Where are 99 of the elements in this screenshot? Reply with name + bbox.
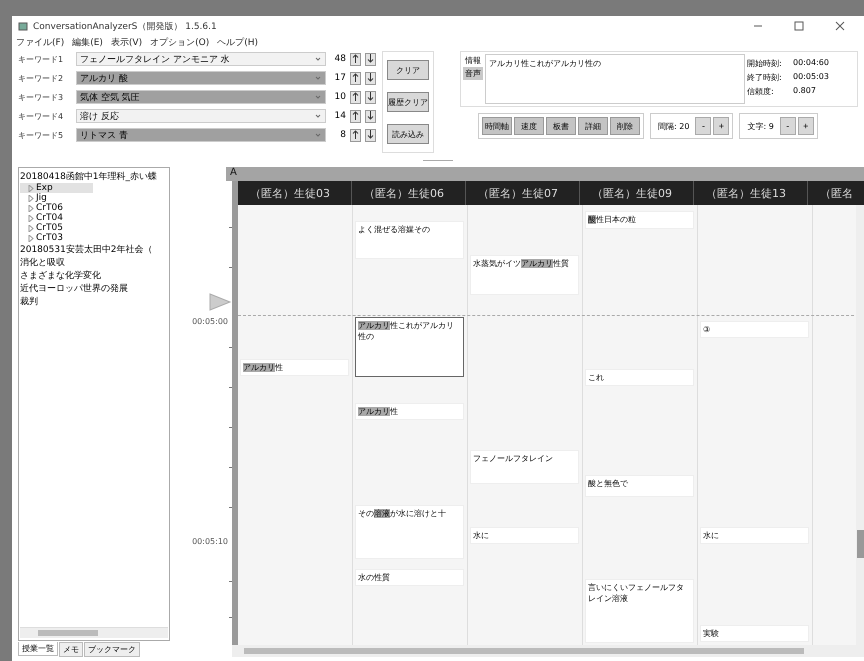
menu-item[interactable]: 表示(V) <box>110 36 142 49</box>
stat-value: 0.807 <box>793 86 816 97</box>
menu-item[interactable]: オプション(O) <box>150 36 210 49</box>
keyword-dropdown[interactable]: アルカリ 酸 <box>76 71 326 85</box>
info-tab[interactable]: 情報 <box>463 54 483 67</box>
menu-item[interactable]: ファイル(F) <box>16 36 64 49</box>
view-button[interactable]: 詳細 <box>578 117 608 135</box>
move-up-button[interactable] <box>350 72 361 84</box>
tree-item[interactable]: 20180531安芸太田中2年社会（ <box>20 243 153 256</box>
tree-item[interactable]: CrT03 <box>20 233 63 243</box>
tree-item[interactable]: 20180418函館中1年理科_赤い蝶 <box>20 170 158 183</box>
action-button[interactable]: クリア <box>387 60 429 80</box>
move-down-button[interactable] <box>365 110 376 122</box>
maximize-icon[interactable] <box>794 21 804 31</box>
utterance-card[interactable]: 水蒸気がイツアルカリ性質 <box>470 255 579 295</box>
group-label: A <box>226 167 864 181</box>
caret-icon <box>313 55 323 63</box>
caret-icon <box>313 93 323 101</box>
action-button[interactable]: 履歴クリア <box>387 92 429 112</box>
view-button[interactable]: 速度 <box>514 117 544 135</box>
move-up-button[interactable] <box>350 90 361 104</box>
caret-icon <box>313 74 323 82</box>
move-up-button[interactable] <box>350 128 361 142</box>
utterance-card[interactable]: 水に <box>470 527 579 544</box>
scrollbar[interactable] <box>20 627 168 638</box>
close-icon[interactable] <box>835 21 845 31</box>
stat-label: 終了時刻: <box>747 72 783 83</box>
tree-item[interactable]: さまざまな化学変化 <box>20 269 101 282</box>
view-button[interactable]: 時間軸 <box>482 117 512 135</box>
stat-label: 開始時刻: <box>747 58 783 69</box>
utterance-card[interactable]: 水に <box>700 527 809 544</box>
caret-icon <box>313 131 323 139</box>
keyword-dropdown[interactable]: 溶け 反応 <box>76 109 326 123</box>
utterance-card[interactable]: フェノールフタレイン <box>470 450 579 484</box>
panel-tab[interactable]: ブックマーク <box>84 642 140 656</box>
utterance-card[interactable]: 言いにくいフェノールフタレイン溶液 <box>585 579 694 643</box>
keyword-count: 10 <box>334 92 346 102</box>
utterance-card[interactable]: アルカリ性 <box>240 359 349 376</box>
stat-value: 00:05:03 <box>793 72 829 83</box>
tree-item[interactable]: 裁判 <box>20 295 38 308</box>
move-up-button[interactable] <box>350 52 361 66</box>
keyword-label: キーワード2 <box>18 72 64 84</box>
app-icon <box>18 21 28 31</box>
tree-item[interactable]: 近代ヨーロッパ世界の発展 <box>20 282 128 295</box>
utterance-card[interactable]: 実験 <box>700 625 809 642</box>
info-tab[interactable]: 音声 <box>463 67 483 80</box>
utterance-card[interactable]: アルカリ性これがアルカリ性の <box>355 317 464 377</box>
action-button[interactable]: 読み込み <box>387 124 429 144</box>
time-label: 00:05:10 <box>192 537 228 546</box>
utterance-card[interactable]: 水の性質 <box>355 569 464 586</box>
utterance-card[interactable]: ③ <box>700 321 809 338</box>
keyword-dropdown[interactable]: 気体 空気 気圧 <box>76 90 326 104</box>
keyword-count: 17 <box>334 73 346 83</box>
menu-item[interactable]: 編集(E) <box>72 36 103 49</box>
keyword-label: キーワード5 <box>18 130 64 140</box>
menu-item[interactable]: ヘルプ(H) <box>217 36 258 49</box>
keyword-label: キーワード1 <box>18 54 64 64</box>
tree-item[interactable]: CrT05 <box>20 223 63 233</box>
tree-item[interactable]: 消化と吸収 <box>20 256 65 269</box>
view-button[interactable]: 板書 <box>546 117 576 135</box>
caret-icon <box>313 112 323 120</box>
increase-button[interactable]: + <box>713 117 730 135</box>
view-button[interactable]: 削除 <box>610 117 640 135</box>
keyword-label: キーワード4 <box>18 110 64 122</box>
keyword-count: 14 <box>334 111 346 121</box>
move-down-button[interactable] <box>365 52 376 66</box>
setting-label: 間隔: 20 <box>657 120 690 132</box>
tree-item[interactable]: CrT06 <box>20 203 63 213</box>
move-down-button[interactable] <box>365 128 376 142</box>
panel-tab[interactable]: メモ <box>59 642 83 656</box>
scrollbar[interactable] <box>232 645 864 657</box>
utterance-card[interactable]: 酸性日本の粒 <box>585 211 694 229</box>
utterance-card[interactable]: よく混ぜる溶媒その <box>355 221 464 259</box>
tree-item[interactable]: CrT04 <box>20 213 63 223</box>
keyword-dropdown[interactable]: フェノールフタレイン アンモニア 水 <box>76 52 326 66</box>
transcript-text: アルカリ性これがアルカリ性の <box>485 54 745 104</box>
keyword-label: キーワード3 <box>18 92 64 102</box>
window-title: ConversationAnalyzerS（開発版） 1.5.6.1 <box>33 20 218 32</box>
keyword-count: 48 <box>334 54 346 64</box>
utterance-card[interactable]: その溶液が水に溶けと十 <box>355 505 464 559</box>
decrease-button[interactable]: - <box>695 117 712 135</box>
tree-item[interactable]: Exp <box>20 183 93 193</box>
stat-value: 00:04:60 <box>793 58 829 69</box>
stat-label: 信頼度: <box>747 86 775 97</box>
decrease-button[interactable]: - <box>780 117 796 135</box>
utterance-card[interactable]: アルカリ性 <box>355 403 464 420</box>
utterance-card[interactable]: これ <box>585 369 694 386</box>
move-down-button[interactable] <box>365 90 376 104</box>
move-down-button[interactable] <box>365 72 376 84</box>
time-label: 00:05:00 <box>192 317 228 326</box>
move-up-button[interactable] <box>350 110 361 122</box>
increase-button[interactable]: + <box>798 117 814 135</box>
keyword-count: 8 <box>339 130 346 140</box>
setting-label: 文字: 9 <box>746 120 775 132</box>
panel-tab[interactable]: 授業一覧 <box>18 642 58 656</box>
tree-item[interactable]: Jig <box>20 193 47 203</box>
utterance-card[interactable]: 酸と無色で <box>585 475 694 497</box>
scrollbar[interactable] <box>856 205 864 645</box>
keyword-dropdown[interactable]: リトマス 青 <box>76 128 326 142</box>
